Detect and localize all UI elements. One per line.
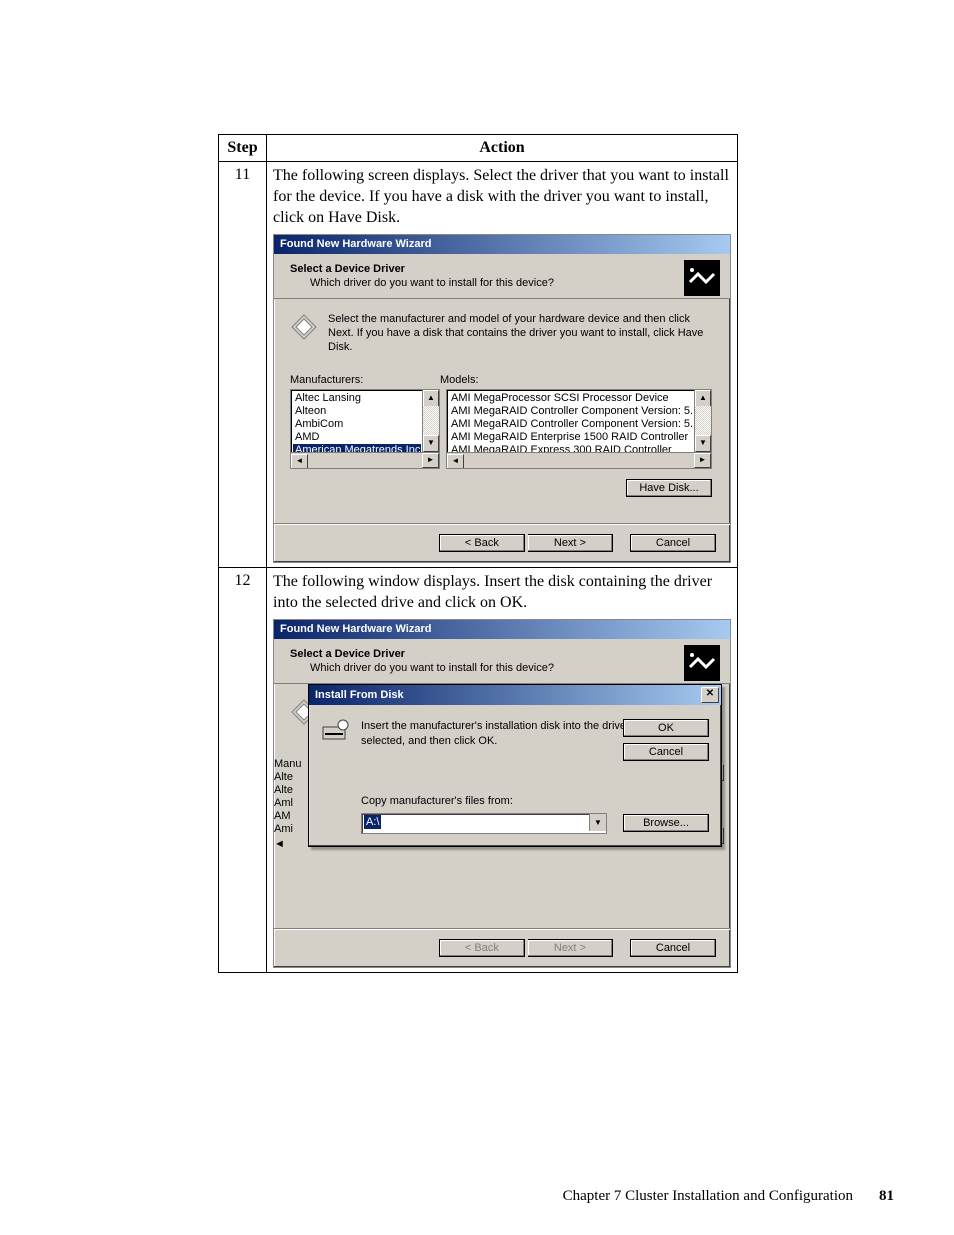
device-icon [684, 645, 720, 681]
col-action: Action [267, 135, 738, 162]
list-item[interactable]: AMI MegaProcessor SCSI Processor Device [449, 392, 693, 405]
found-new-hardware-wizard: Found New Hardware Wizard Select a Devic… [273, 234, 731, 562]
list-item[interactable]: AMI MegaRAID Enterprise 1500 RAID Contro… [449, 431, 693, 444]
chevron-down-icon[interactable]: ▼ [589, 814, 606, 831]
list-item[interactable]: Alteon [293, 405, 421, 418]
wizard-subheading: Which driver do you want to install for … [310, 661, 720, 675]
cancel-button[interactable]: Cancel [630, 534, 716, 552]
scrollbar-horizontal[interactable]: ◄► [447, 452, 711, 468]
background-list-fragment: Manu Alte Alte Aml AM Ami ◄ [274, 758, 302, 851]
col-step: Step [219, 135, 267, 162]
install-from-disk-dialog: Install From Disk ✕ Insert the manufactu… [308, 684, 722, 846]
back-button[interactable]: < Back [439, 534, 525, 552]
wizard-heading: Select a Device Driver [290, 262, 720, 276]
manufacturers-label: Manufacturers: [290, 373, 440, 387]
list-item[interactable]: AMI MegaRAID Express 300 RAID Controller [449, 444, 693, 452]
step-action-table: Step Action 11 The following screen disp… [218, 134, 738, 973]
page-footer: Chapter 7 Cluster Installation and Confi… [563, 1188, 894, 1205]
list-item[interactable]: Altec Lansing [293, 392, 421, 405]
scrollbar-vertical[interactable]: ▲▼ [694, 390, 711, 452]
step-number: 11 [219, 162, 267, 568]
window-titlebar: Found New Hardware Wizard [274, 620, 730, 638]
cancel-button[interactable]: Cancel [630, 939, 716, 957]
dialog-title: Install From Disk [315, 688, 404, 702]
have-disk-button[interactable]: Have Disk... [626, 479, 712, 497]
list-item[interactable]: American Megatrends Inc. [293, 444, 421, 452]
wizard-instruction: Select the manufacturer and model of you… [328, 313, 712, 354]
device-icon [684, 260, 720, 296]
list-item[interactable]: AMI MegaRAID Controller Component Versio… [449, 405, 693, 418]
scrollbar-horizontal[interactable]: ◄► [291, 452, 439, 468]
next-button[interactable]: Next > [528, 939, 613, 957]
browse-button[interactable]: Browse... [623, 814, 709, 832]
window-titlebar: Found New Hardware Wizard [274, 235, 730, 253]
models-label: Models: [440, 373, 479, 387]
step-text: The following window displays. Insert th… [273, 573, 712, 611]
next-button[interactable]: Next > [528, 534, 613, 552]
models-listbox[interactable]: AMI MegaProcessor SCSI Processor Device … [446, 389, 712, 469]
copy-from-label: Copy manufacturer's files from: [361, 794, 709, 808]
copy-from-combobox[interactable]: A:\ ▼ [361, 813, 607, 834]
diamond-icon [290, 313, 318, 354]
wizard-subheading: Which driver do you want to install for … [310, 276, 720, 290]
scrollbar-vertical[interactable]: ▲▼ [422, 390, 439, 452]
close-icon[interactable]: ✕ [701, 687, 719, 703]
back-button[interactable]: < Back [439, 939, 525, 957]
step-text: The following screen displays. Select th… [273, 167, 729, 226]
list-item[interactable]: AmbiCom [293, 418, 421, 431]
ok-button[interactable]: OK [623, 719, 709, 737]
list-item[interactable]: AMI MegaRAID Controller Component Versio… [449, 418, 693, 431]
wizard-heading: Select a Device Driver [290, 647, 720, 661]
list-item[interactable]: AMD [293, 431, 421, 444]
step-number: 12 [219, 567, 267, 972]
cancel-button[interactable]: Cancel [623, 743, 709, 761]
disk-icon [321, 719, 351, 750]
found-new-hardware-wizard: Found New Hardware Wizard Select a Devic… [273, 619, 731, 968]
manufacturers-listbox[interactable]: Altec Lansing Alteon AmbiCom AMD America… [290, 389, 440, 469]
